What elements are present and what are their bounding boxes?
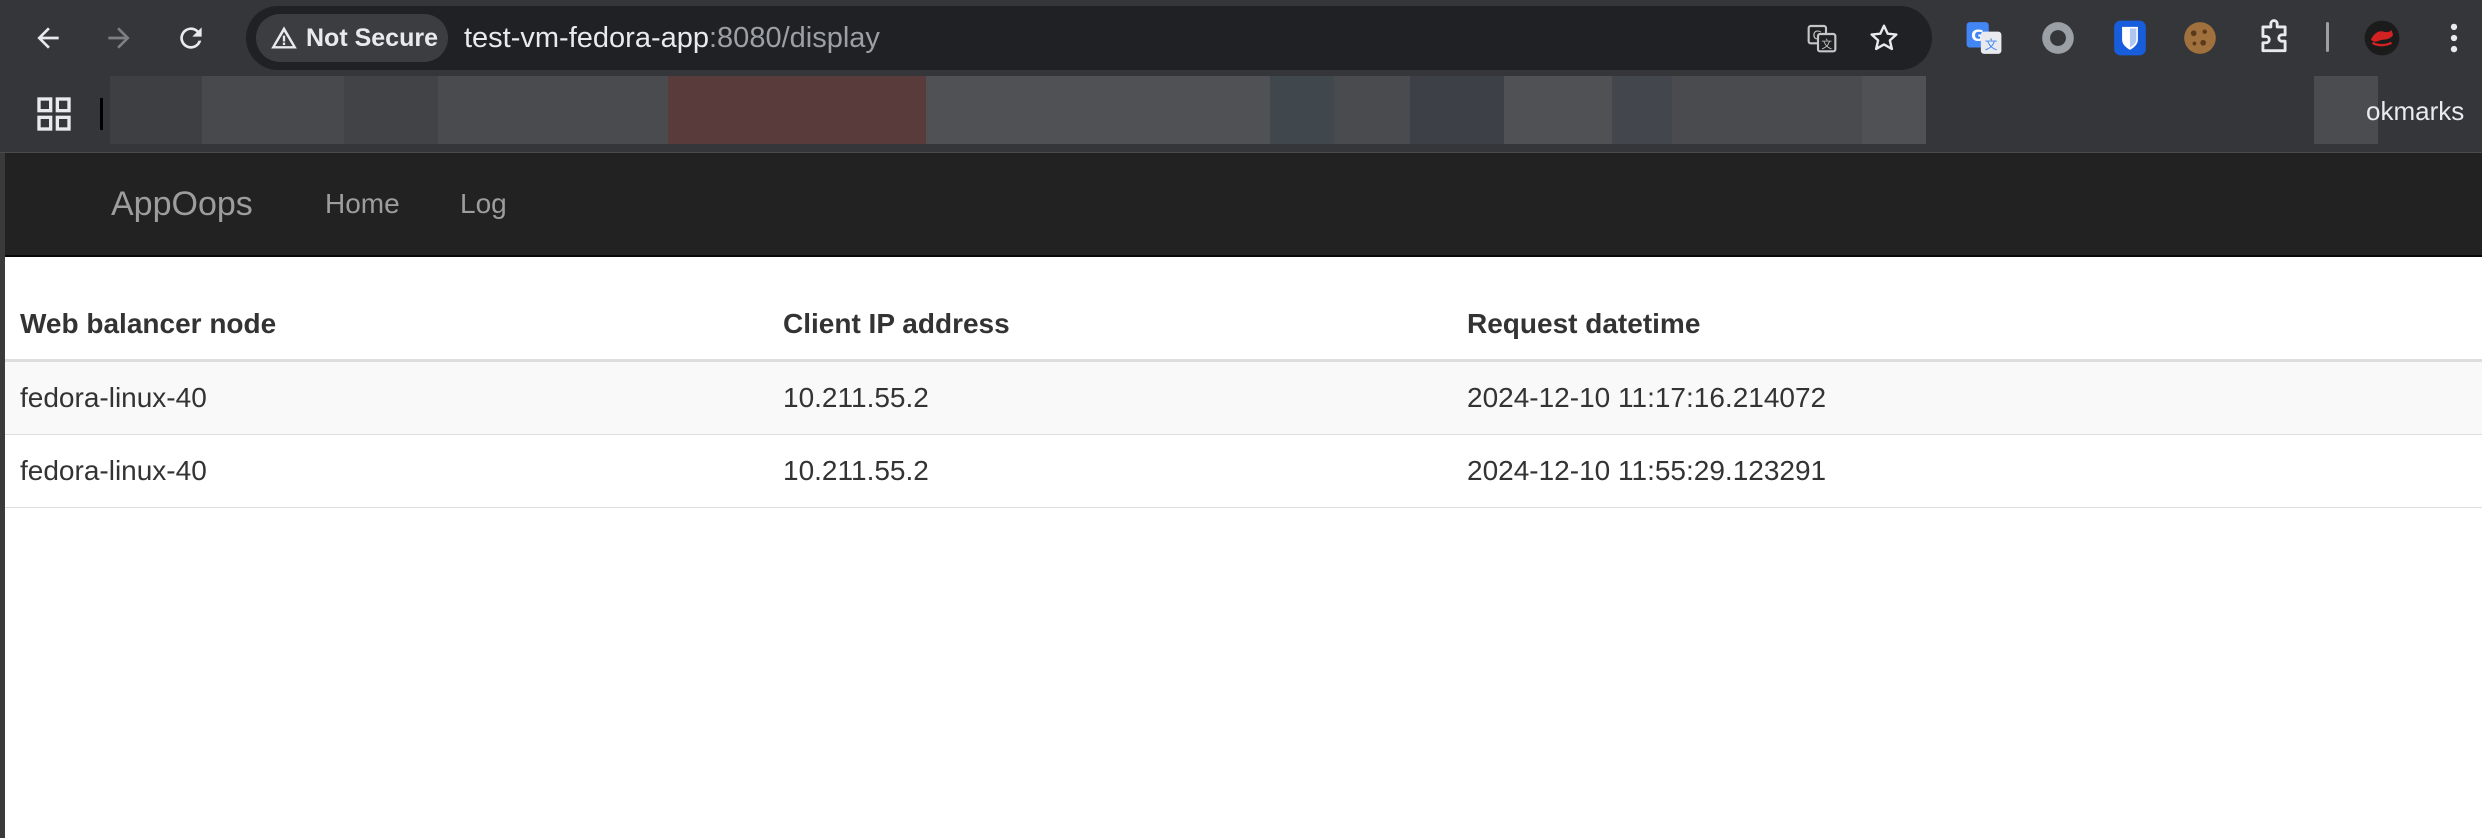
circle-extension-icon[interactable] xyxy=(2034,14,2082,62)
bookmarks-bar: okmarks xyxy=(0,76,2482,153)
page-viewport: AppOops Home Log Web balancer node Clien… xyxy=(0,153,2482,838)
cell-datetime: 2024-12-10 11:55:29.123291 xyxy=(1452,434,2482,508)
security-label: Not Secure xyxy=(306,23,438,52)
forward-arrow-icon[interactable] xyxy=(95,14,143,62)
profile-avatar-icon[interactable] xyxy=(2358,14,2406,62)
bookmark-star-icon[interactable] xyxy=(1862,16,1906,60)
cell-node: fedora-linux-40 xyxy=(5,434,768,508)
cell-node: fedora-linux-40 xyxy=(5,360,768,435)
more-menu-icon[interactable] xyxy=(2430,14,2478,62)
column-header-node: Web balancer node xyxy=(5,289,768,362)
svg-text:文: 文 xyxy=(1821,38,1832,51)
text-cursor xyxy=(100,98,103,130)
all-bookmarks-label[interactable]: okmarks xyxy=(2366,96,2464,127)
puzzle-extensions-icon[interactable] xyxy=(2250,14,2298,62)
warning-icon xyxy=(271,26,297,49)
google-translate-extension-icon[interactable]: G文 xyxy=(1960,14,2008,62)
column-header-client-ip: Client IP address xyxy=(768,289,1452,362)
column-header-datetime: Request datetime xyxy=(1452,289,2482,362)
cell-datetime: 2024-12-10 11:17:16.214072 xyxy=(1452,360,2482,435)
table-row: fedora-linux-40 10.211.55.2 2024-12-10 1… xyxy=(5,434,2482,508)
svg-text:文: 文 xyxy=(1985,37,1998,52)
nav-log-link[interactable]: Log xyxy=(460,153,507,255)
toolbar-separator xyxy=(2326,22,2329,52)
translate-icon[interactable]: G文 xyxy=(1800,16,1844,60)
nav-home-link[interactable]: Home xyxy=(325,153,400,255)
url-host: test-vm-fedora-app xyxy=(464,22,709,54)
reload-icon[interactable] xyxy=(167,14,215,62)
security-indicator[interactable]: Not Secure xyxy=(256,14,448,62)
table-row: fedora-linux-40 10.211.55.2 2024-12-10 1… xyxy=(5,360,2482,435)
cell-client-ip: 10.211.55.2 xyxy=(768,360,1452,435)
request-log-table: Web balancer node Client IP address Requ… xyxy=(5,289,2482,508)
back-arrow-icon[interactable] xyxy=(24,14,72,62)
url-path: :8080/display xyxy=(709,22,880,54)
apps-grid-icon[interactable] xyxy=(34,94,74,134)
blurred-bookmarks[interactable] xyxy=(110,76,1930,144)
site-brand[interactable]: AppOops xyxy=(111,153,253,255)
url-text[interactable]: test-vm-fedora-app:8080/display xyxy=(464,6,880,70)
site-navbar: AppOops Home Log xyxy=(5,153,2482,257)
browser-toolbar: Not Secure test-vm-fedora-app:8080/displ… xyxy=(0,0,2482,76)
cookie-extension-icon[interactable] xyxy=(2176,14,2224,62)
table-header-row: Web balancer node Client IP address Requ… xyxy=(5,289,2482,362)
bitwarden-extension-icon[interactable] xyxy=(2106,14,2154,62)
address-bar[interactable]: Not Secure test-vm-fedora-app:8080/displ… xyxy=(246,6,1932,70)
cell-client-ip: 10.211.55.2 xyxy=(768,434,1452,508)
